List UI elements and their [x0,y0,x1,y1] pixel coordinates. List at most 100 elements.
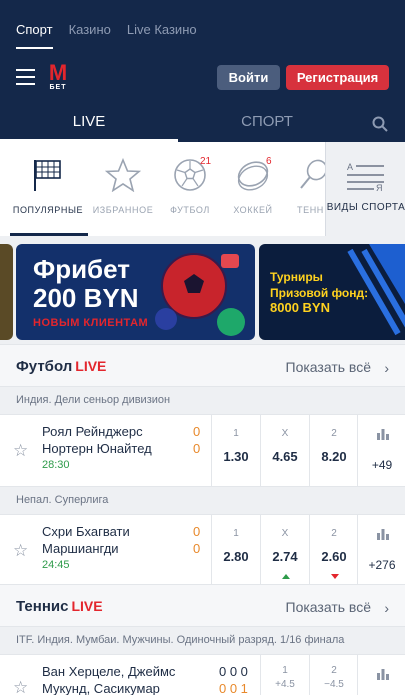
odd-value: 2.60 [321,549,347,564]
tournament-banner[interactable]: Турниры Призовой фонд: 8000 BYN [259,244,405,340]
football-section-header[interactable]: Футбол LIVE Показать всё › [0,344,405,386]
category-label: ТЕНН [297,205,324,215]
search-icon[interactable] [372,116,388,132]
odd-draw[interactable]: X 4.65 [260,415,309,487]
odd-label: 2 [331,428,337,439]
odd-label: 1 [233,428,239,439]
league-header[interactable]: Непал. Суперлига [0,486,405,514]
show-all-link[interactable]: Показать всё [286,599,371,615]
tab-live-casino[interactable]: Live Казино [127,22,197,49]
odd-away-win[interactable]: 2 2.60 [309,515,358,587]
tab-sport[interactable]: Спорт [16,22,53,49]
app-header: М БЕТ Войти Регистрация [0,50,405,104]
freebet-banner[interactable]: Фрибет 200 BYN НОВЫМ КЛИЕНТАМ [16,244,255,340]
odds-down-icon [331,574,339,579]
category-count-badge: 21 [200,156,212,167]
category-tennis[interactable]: ТЕНН [275,158,325,215]
svg-text:А: А [347,162,353,172]
flag-icon [34,160,61,191]
tournament-title: Турниры [270,270,323,284]
more-markets-button[interactable]: +276 [357,515,405,587]
favorite-star-icon[interactable]: ☆ [13,541,28,561]
odd-handicap-away[interactable]: 2 −4.5 [309,655,358,695]
menu-icon[interactable] [16,69,35,85]
tab-casino[interactable]: Казино [69,22,111,49]
league-name: Индия. Дели сеньор дивизион [16,394,171,406]
list-az-icon: А Я [347,162,384,193]
match-row[interactable]: ☆ Схри Бхагвати Маршиангди 24:45 0 0 1 2… [0,514,405,587]
section-title: Футбол LIVE [16,358,107,375]
odd-value: 1.30 [223,449,249,464]
team-away: Мукунд, Сасикумар [42,681,160,695]
category-count-badge: 6 [266,156,272,167]
show-all-link[interactable]: Показать всё [286,359,371,375]
odd-label: 2 [331,665,337,676]
logo[interactable]: М БЕТ [47,62,69,92]
sport-types-label: ВИДЫ СПОРТА [326,202,405,213]
odd-label: 2 [331,528,337,539]
freebet-amount: 200 BYN [33,283,139,313]
score-away: 0 [193,541,201,556]
odd-handicap-home[interactable]: 1 +4.5 [260,655,309,695]
league-header[interactable]: Индия. Дели сеньор дивизион [0,386,405,414]
chevron-right-icon[interactable]: › [384,360,389,376]
tab-sport-line[interactable]: СПОРТ [178,104,356,142]
favorite-star-icon[interactable]: ☆ [13,441,28,461]
login-button[interactable]: Войти [217,65,280,90]
freebet-title: Фрибет [33,254,130,284]
svg-text:Я: Я [376,183,383,193]
more-markets-button[interactable] [357,655,405,695]
category-popular[interactable]: ПОПУЛЯРНЫЕ [8,158,88,215]
sport-types-button[interactable]: А Я ВИДЫ СПОРТА [325,142,405,236]
team-away: Маршиангди [42,541,119,556]
freebet-subtitle: НОВЫМ КЛИЕНТАМ [33,317,149,329]
score-home: 0 0 0 [219,664,248,679]
odd-label: X [281,528,289,539]
match-time: 28:30 [42,459,70,471]
handicap-value: −4.5 [324,679,344,690]
league-name: ITF. Индия. Мумбаи. Мужчины. Одиночный р… [16,634,345,646]
match-row[interactable]: ☆ Роял Рейнджерс Нортерн Юнайтед 28:30 0… [0,414,405,487]
more-markets-count: +276 [368,558,396,572]
odd-label: 1 [282,665,288,676]
team-home: Роял Рейнджерс [42,424,143,439]
top-navigation: Спорт Казино Live Казино [0,0,405,50]
score-home: 0 [193,424,201,439]
promo-banner-prev[interactable] [0,244,13,340]
odd-value: 2.74 [272,549,298,564]
promo-banners: Фрибет 200 BYN НОВЫМ КЛИЕНТАМ Турниры Пр… [0,244,405,342]
league-header[interactable]: ITF. Индия. Мумбаи. Мужчины. Одиночный р… [0,626,405,654]
register-button[interactable]: Регистрация [286,65,389,90]
tournament-prize-amount: 8000 BYN [270,300,330,315]
odd-value: 2.80 [223,549,249,564]
score-away: 0 [193,441,201,456]
more-markets-button[interactable]: +49 [357,415,405,487]
stats-icon [377,429,389,440]
odd-label: 1 [233,528,239,539]
odd-draw[interactable]: X 2.74 [260,515,309,587]
live-sport-switch: LIVE СПОРТ [0,104,405,142]
favorite-star-icon[interactable]: ☆ [13,678,28,695]
score-away: 0 0 1 [219,681,248,695]
stats-icon [377,529,389,540]
tournament-prize-label: Призовой фонд: [270,286,369,300]
score-home: 0 [193,524,201,539]
odd-home-win[interactable]: 1 2.80 [211,515,260,587]
match-row[interactable]: ☆ Ван Херцеле, Джеймс Мукунд, Сасикумар … [0,654,405,695]
stats-icon [377,669,389,680]
odd-label: X [281,428,289,439]
active-category-indicator [10,233,88,236]
odds-up-icon [282,574,290,579]
match-time: 24:45 [42,559,70,571]
star-icon [104,157,142,193]
tennis-section-header[interactable]: Теннис LIVE Показать всё › [0,584,405,626]
chevron-right-icon[interactable]: › [384,600,389,616]
category-label: ПОПУЛЯРНЫЕ [12,205,84,215]
team-home: Схри Бхагвати [42,524,130,539]
more-markets-count: +49 [371,458,393,472]
odd-home-win[interactable]: 1 1.30 [211,415,260,487]
odd-value: 4.65 [272,449,298,464]
tab-live[interactable]: LIVE [0,104,178,142]
live-label: LIVE [71,598,103,614]
odd-away-win[interactable]: 2 8.20 [309,415,358,487]
